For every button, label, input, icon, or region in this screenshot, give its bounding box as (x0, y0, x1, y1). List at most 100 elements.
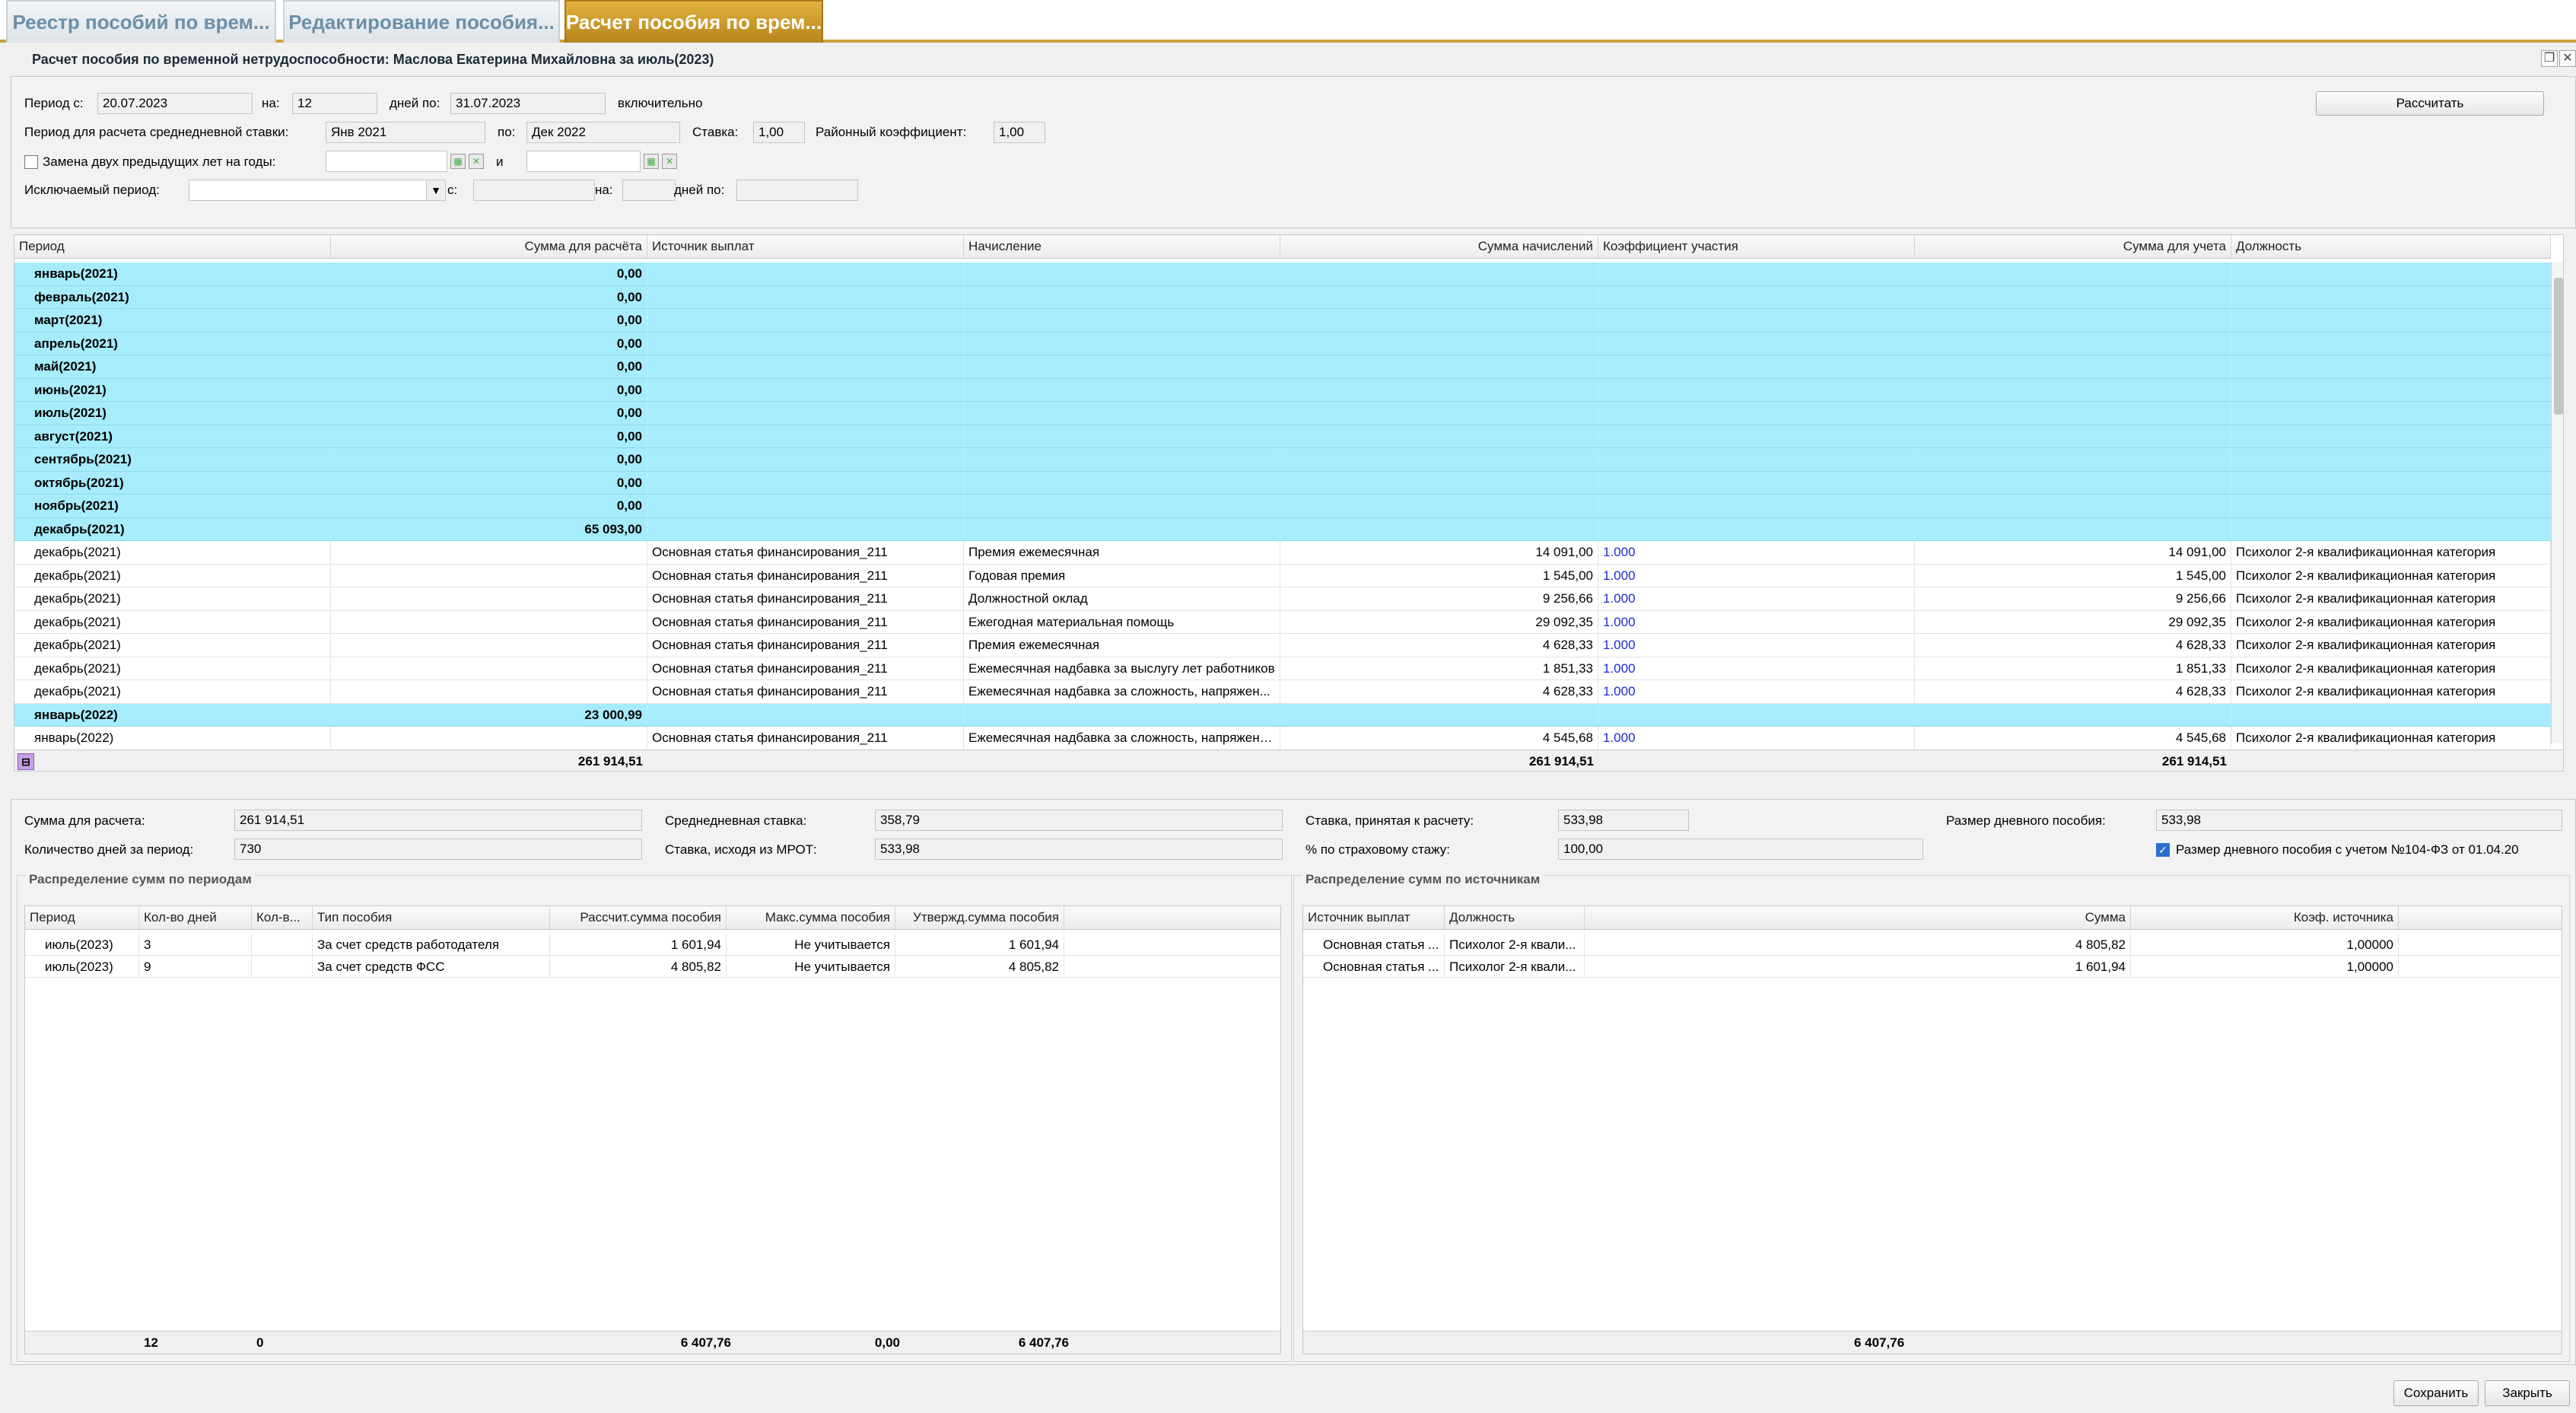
column-header[interactable] (1064, 906, 1280, 929)
expand-icon[interactable]: ⊟ (17, 753, 34, 770)
rate-field[interactable]: 1,00 (753, 122, 805, 143)
column-header[interactable]: Начисление (964, 235, 1280, 258)
table-cell (331, 727, 647, 749)
close-button[interactable]: Закрыть (2485, 1380, 2570, 1406)
column-header[interactable]: Кол-в... (252, 906, 313, 929)
exc-from-field[interactable] (473, 180, 595, 201)
table-row[interactable]: июль(2023) 3 За счет средств работодателя 1… (25, 934, 1280, 956)
column-header[interactable]: Макс.сумма пособия (727, 906, 895, 929)
group-row[interactable]: декабрь(2021) 65 093,00 (14, 517, 2551, 541)
exc-to-field[interactable] (736, 180, 858, 201)
grid-scrollbar[interactable] (2551, 263, 2563, 743)
table-cell (1915, 285, 2231, 308)
table-row[interactable]: декабрь(2021) Основная статья финансирова… (14, 657, 2551, 680)
avg-from-field[interactable]: Янв 2021 (326, 122, 485, 143)
scroll-thumb[interactable] (2554, 278, 2563, 415)
exc-days-field[interactable] (622, 180, 676, 201)
save-button[interactable]: Сохранить (2393, 1380, 2479, 1406)
period-from-field[interactable]: 20.07.2023 (97, 93, 253, 114)
table-row[interactable]: июль(2023) 9 За счет средств ФСС 4 805,82 Не… (25, 956, 1280, 978)
group-row[interactable]: июль(2021) 0,00 (14, 402, 2551, 425)
table-row[interactable]: январь(2022) Основная статья финансирован… (14, 727, 2551, 750)
column-header[interactable]: Период (14, 235, 331, 258)
group-row[interactable]: май(2021) 0,00 (14, 355, 2551, 379)
tab-benefit-edit[interactable]: Редактирование пособия... (283, 0, 560, 43)
chevron-down-icon[interactable]: ▼ (426, 180, 446, 201)
table-row[interactable]: декабрь(2021) Основная статья финансирова… (14, 564, 2551, 587)
column-header[interactable]: Коэффициент участия (1598, 235, 1915, 258)
column-header[interactable]: Сумма для учета (1915, 235, 2231, 258)
table-cell: 1,00000 (2131, 956, 2399, 977)
table-cell: Основная статья финансирования_211 (647, 634, 964, 657)
table-cell: Психолог 2-я квали... (1445, 956, 1585, 977)
tab-benefits-registry[interactable]: Реестр пособий по врем... (6, 0, 276, 43)
table-row[interactable]: декабрь(2021) Основная статья финансирова… (14, 634, 2551, 657)
table-row[interactable]: декабрь(2021) Основная статья финансирова… (14, 541, 2551, 565)
column-header[interactable]: Должность (1445, 906, 1585, 929)
column-header[interactable]: Кол-во дней (139, 906, 252, 929)
column-header[interactable]: Сумма начислений (1280, 235, 1598, 258)
tab-benefit-calculation[interactable]: Расчет пособия по врем... (564, 0, 823, 43)
table-cell: 4 628,33 (1915, 634, 2231, 657)
column-header[interactable]: Сумма (1585, 906, 2131, 929)
table-row[interactable]: декабрь(2021) Основная статья финансирова… (14, 680, 2551, 704)
clear-icon[interactable]: ✕ (469, 154, 484, 169)
group-row[interactable]: апрель(2021) 0,00 (14, 332, 2551, 355)
column-header[interactable]: Коэф. источника (2131, 906, 2399, 929)
table-cell: Не учитывается (727, 956, 895, 977)
excluded-period-select[interactable] (189, 180, 428, 201)
table-cell (1598, 355, 1915, 378)
group-row[interactable]: ноябрь(2021) 0,00 (14, 495, 2551, 518)
calendar-icon[interactable]: ▦ (644, 154, 659, 169)
group-row[interactable]: октябрь(2021) 0,00 (14, 471, 2551, 495)
table-cell: Ежемесячная надбавка за сложность, напря… (964, 727, 1280, 749)
group-row[interactable]: март(2021) 0,00 (14, 309, 2551, 333)
table-row[interactable]: Основная статья ... Психолог 2-я квали...… (1303, 934, 2562, 956)
group-row[interactable]: февраль(2021) 0,00 (14, 285, 2551, 309)
table-cell: 1 601,94 (1585, 956, 2131, 977)
table-cell (964, 703, 1280, 726)
column-header[interactable]: Коэф. должности (2399, 906, 2562, 929)
table-cell: 4 545,68 (1915, 727, 2231, 749)
table-cell: 0,00 (331, 263, 647, 285)
grid-header: Период Сумма для расчёта Источник выплат На… (14, 235, 2551, 259)
group-row[interactable]: июнь(2021) 0,00 (14, 378, 2551, 402)
group-row[interactable]: январь(2022) 23 000,99 (14, 703, 2551, 727)
table-cell: 14 091,00 (1915, 541, 2231, 564)
column-header[interactable]: Источник выплат (1303, 906, 1445, 929)
group-row[interactable]: сентябрь(2021) 0,00 (14, 448, 2551, 472)
column-header[interactable]: Сумма для расчёта (331, 235, 647, 258)
table-row[interactable]: декабрь(2021) Основная статья финансирова… (14, 610, 2551, 634)
calculate-button[interactable]: Рассчитать (2316, 91, 2544, 116)
restore-icon[interactable]: ❐ (2541, 50, 2558, 67)
group-row[interactable]: август(2021) 0,00 (14, 425, 2551, 448)
avg-to-field[interactable]: Дек 2022 (526, 122, 680, 143)
clear-icon[interactable]: ✕ (662, 154, 677, 169)
table-cell: За счет средств работодателя (313, 934, 550, 955)
replace-year2-field[interactable] (526, 151, 641, 172)
table-row[interactable]: Основная статья ... Психолог 2-я квали...… (1303, 956, 2562, 978)
table-cell: 3 (139, 934, 252, 955)
table-cell (1598, 425, 1915, 447)
replace-years-checkbox[interactable] (24, 155, 38, 169)
column-header[interactable]: Период (25, 906, 139, 929)
table-cell: 9 256,66 (1915, 587, 2231, 610)
law-104-checkbox[interactable]: ✓ (2156, 843, 2170, 857)
group-row[interactable]: январь(2021) 0,00 (14, 263, 2551, 286)
regional-coef-field[interactable]: 1,00 (994, 122, 1045, 143)
mrot-rate-field: 533,98 (875, 839, 1283, 860)
calendar-icon[interactable]: ▦ (450, 154, 466, 169)
column-header[interactable]: Должность (2231, 235, 2551, 258)
close-icon[interactable]: ✕ (2559, 50, 2576, 67)
column-header[interactable]: Источник выплат (647, 235, 964, 258)
replace-year1-field[interactable] (326, 151, 447, 172)
period-to-field[interactable]: 31.07.2023 (450, 93, 606, 114)
column-header[interactable]: Утвержд.сумма пособия (895, 906, 1064, 929)
column-header[interactable]: Рассчит.сумма пособия (550, 906, 727, 929)
column-header[interactable]: Тип пособия (313, 906, 550, 929)
table-row[interactable]: декабрь(2021) Основная статья финансирова… (14, 587, 2551, 611)
days-field[interactable]: 12 (292, 93, 377, 114)
grid-body: январь(2021) 0,00 февраль(2021) 0,00 март(20… (14, 263, 2551, 771)
table-cell: декабрь(2021) (14, 680, 331, 703)
table-cell (1280, 309, 1598, 332)
